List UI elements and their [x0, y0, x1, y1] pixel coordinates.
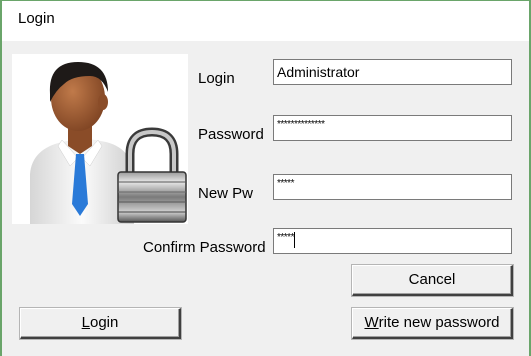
window-title: Login: [18, 10, 55, 27]
login-input[interactable]: Administrator: [273, 59, 512, 85]
cancel-button[interactable]: Cancel: [352, 265, 513, 296]
login-input-value: Administrator: [277, 64, 360, 80]
write-new-password-button-label: Write new password: [364, 309, 499, 337]
login-button-label-rest: ogin: [89, 314, 119, 331]
password-input-value: **************: [277, 119, 325, 130]
confirm-password-input[interactable]: *****: [273, 228, 512, 254]
password-input[interactable]: **************: [273, 115, 512, 141]
login-button[interactable]: Login: [20, 308, 181, 339]
new-password-input-value: *****: [277, 178, 294, 189]
new-password-label: New Pw: [198, 185, 254, 202]
user-lock-icon: [30, 62, 187, 224]
title-bar: Login: [2, 1, 529, 41]
login-button-mnemonic: L: [81, 314, 90, 331]
write-new-password-button[interactable]: Write new password: [352, 308, 513, 339]
new-password-input[interactable]: *****: [273, 174, 512, 200]
confirm-password-input-value: *****: [277, 232, 294, 243]
login-window: Login Login Administrator Password *****…: [0, 0, 531, 356]
cancel-button-label: Cancel: [408, 271, 456, 288]
confirm-password-label: Confirm Password: [143, 239, 266, 256]
password-label: Password: [198, 126, 264, 143]
text-caret: [293, 232, 295, 248]
user-avatar: [12, 54, 188, 224]
login-button-label: Login: [82, 309, 119, 337]
write-button-label-rest: rite new password: [378, 314, 500, 331]
login-label: Login: [198, 70, 235, 87]
write-button-mnemonic: W: [364, 314, 379, 331]
